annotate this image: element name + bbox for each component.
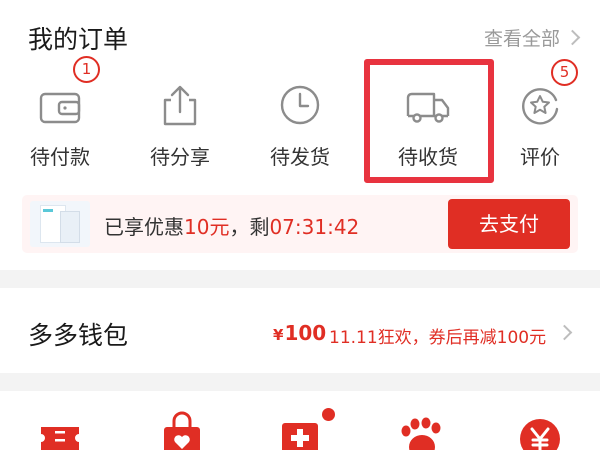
section-divider bbox=[0, 373, 600, 391]
promo-middle: ，剩 bbox=[229, 215, 270, 239]
pay-now-button[interactable]: 去支付 bbox=[448, 199, 570, 249]
discount-amount: 10元 bbox=[184, 215, 230, 239]
wallet-amount-value: 100 bbox=[284, 321, 327, 345]
pending-payment-count-badge: 1 bbox=[73, 56, 100, 83]
countdown-timer: 07:31:42 bbox=[269, 215, 360, 239]
review-count-badge: 5 bbox=[551, 59, 578, 86]
footprint-icon[interactable] bbox=[398, 415, 444, 450]
order-status-pending-shipment[interactable]: 待发货 bbox=[240, 72, 360, 182]
order-status-label: 待发货 bbox=[270, 145, 330, 169]
view-all-orders-link[interactable]: 查看全部 bbox=[483, 24, 581, 51]
order-status-label: 待付款 bbox=[30, 145, 90, 169]
share-icon bbox=[163, 85, 197, 126]
wallet-icon bbox=[39, 92, 81, 124]
wallet-row[interactable]: 多多钱包 ¥100 11.11狂欢，券后再减100元 bbox=[0, 288, 600, 373]
order-status-pending-share[interactable]: 待分享 bbox=[120, 72, 240, 182]
orders-title: 我的订单 bbox=[28, 25, 129, 54]
wallet-amount: ¥100 bbox=[273, 321, 326, 345]
currency-symbol: ¥ bbox=[273, 326, 284, 344]
medical-icon[interactable] bbox=[280, 421, 320, 450]
review-icon bbox=[522, 88, 559, 125]
order-status-label: 评价 bbox=[520, 145, 560, 169]
section-divider bbox=[0, 270, 600, 288]
chevron-right-icon bbox=[564, 29, 581, 46]
ticket-icon[interactable] bbox=[38, 417, 82, 450]
wallet-promo-text: 11.11狂欢，券后再减100元 bbox=[329, 328, 547, 348]
view-all-label: 查看全部 bbox=[483, 28, 560, 50]
chevron-right-icon bbox=[556, 324, 573, 341]
promo-prefix: 已享优惠 bbox=[104, 215, 184, 239]
pending-payment-promo[interactable]: 已享优惠10元，剩07:31:42 去支付 bbox=[22, 195, 578, 253]
shopping-bag-icon[interactable] bbox=[160, 411, 204, 450]
clock-icon bbox=[280, 85, 320, 125]
order-status-label: 待分享 bbox=[150, 145, 210, 169]
order-status-review[interactable]: 5 评价 bbox=[480, 59, 600, 182]
yuan-coin-icon[interactable] bbox=[518, 417, 562, 450]
services-row bbox=[0, 391, 600, 450]
notification-dot bbox=[322, 408, 335, 421]
promo-text: 已享优惠10元，剩07:31:42 bbox=[104, 211, 359, 240]
order-status-pending-payment[interactable]: 1 待付款 bbox=[0, 56, 120, 182]
highlight-box bbox=[364, 59, 494, 183]
product-thumbnail bbox=[30, 201, 90, 247]
wallet-title: 多多钱包 bbox=[28, 321, 129, 350]
